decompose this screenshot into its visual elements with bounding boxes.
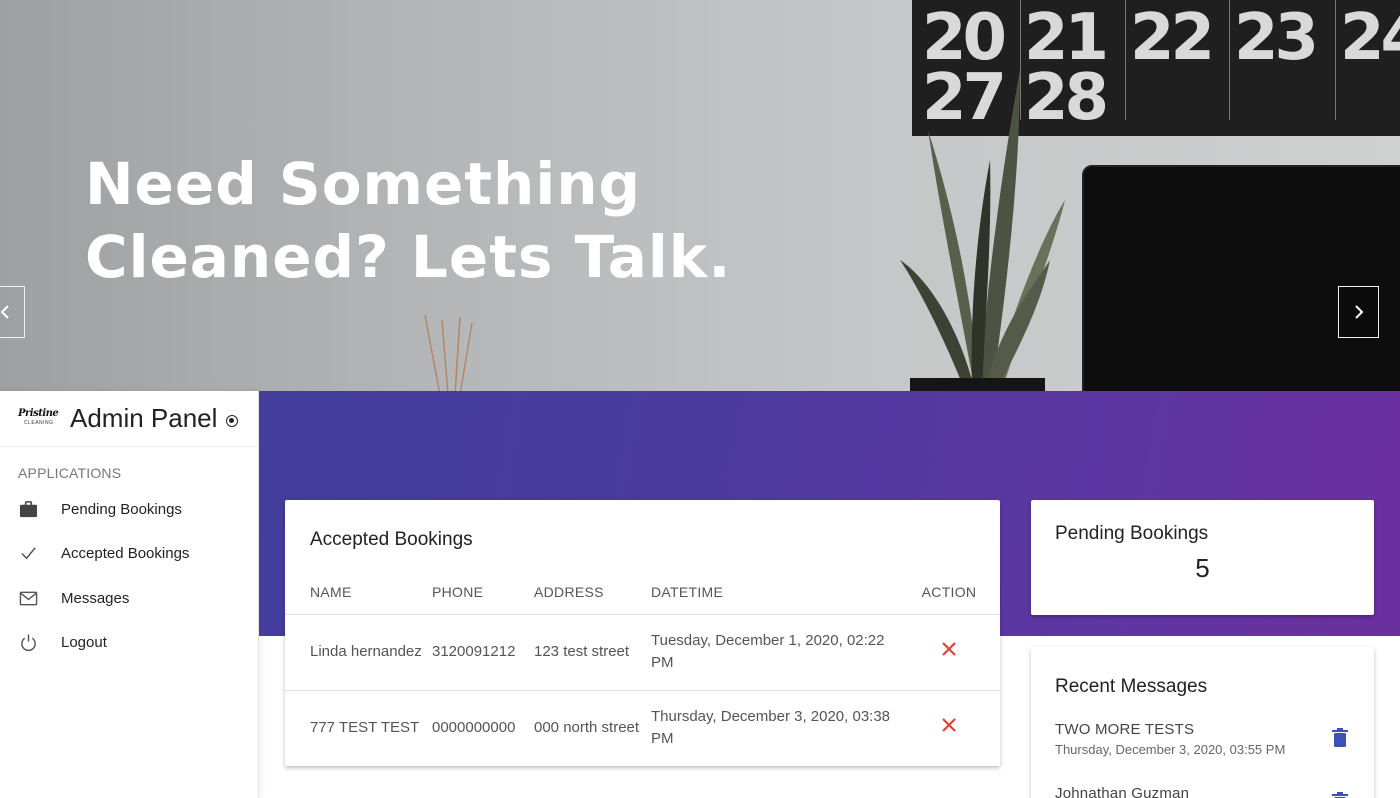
admin-sidebar: Pristine CLEANING Admin Panel APPLICATIO… bbox=[0, 391, 259, 798]
pending-count: 5 bbox=[1195, 553, 1210, 583]
calendar-number: 23 bbox=[1234, 1, 1319, 75]
message-item[interactable]: Johnathan Guzman bbox=[1055, 785, 1355, 798]
carousel-next-button[interactable] bbox=[1338, 286, 1379, 338]
sidebar-item-pending-bookings[interactable]: Pending Bookings bbox=[0, 487, 258, 532]
card-title: Accepted Bookings bbox=[310, 529, 473, 550]
cell-action bbox=[910, 614, 1000, 691]
column-header: PHONE bbox=[432, 570, 534, 615]
reed-diffuser-photo bbox=[424, 315, 473, 391]
sidebar-item-accepted-bookings[interactable]: Accepted Bookings bbox=[0, 532, 258, 577]
sidebar-title: Admin Panel bbox=[70, 403, 218, 433]
brand-logo: Pristine CLEANING bbox=[18, 407, 59, 426]
chevron-left-icon bbox=[0, 305, 9, 319]
chevron-right-icon bbox=[1354, 305, 1363, 319]
calendar-number: 22 bbox=[1130, 1, 1215, 75]
column-header: DATETIME bbox=[651, 570, 910, 615]
plant-photo bbox=[900, 70, 1065, 391]
table-row: 777 TEST TEST 0000000000 000 north stree… bbox=[285, 690, 1000, 766]
table-row: Linda hernandez 3120091212 123 test stre… bbox=[285, 614, 1000, 691]
cell-address: 000 north street bbox=[534, 719, 640, 737]
cell-datetime: Thursday, December 3, 2020, 03:38 PM bbox=[651, 708, 891, 748]
tv-screen-photo bbox=[1082, 165, 1400, 391]
accepted-bookings-table: NAME PHONE ADDRESS DATETIME ACTION Linda… bbox=[285, 570, 1000, 766]
card-title: Recent Messages bbox=[1055, 676, 1208, 697]
close-icon bbox=[942, 641, 956, 656]
sidebar-item-logout[interactable]: Logout bbox=[0, 621, 258, 666]
column-header: NAME bbox=[285, 570, 432, 615]
delete-message-button[interactable] bbox=[1332, 728, 1348, 748]
delete-message-button[interactable] bbox=[1332, 792, 1348, 798]
card-title: Pending Bookings bbox=[1055, 523, 1209, 544]
column-header: ACTION bbox=[910, 570, 1000, 615]
mail-icon bbox=[18, 588, 38, 608]
sidebar-brand[interactable]: Pristine CLEANING Admin Panel bbox=[0, 391, 258, 447]
cell-name: 777 TEST TEST bbox=[310, 719, 420, 737]
carousel-prev-button[interactable] bbox=[0, 286, 25, 338]
recent-messages-card: Recent Messages TWO MORE TESTS Thursday,… bbox=[1031, 647, 1374, 798]
remove-booking-button[interactable] bbox=[941, 717, 957, 733]
message-title: Johnathan Guzman bbox=[1055, 785, 1190, 798]
cell-action bbox=[910, 690, 1000, 766]
remove-booking-button[interactable] bbox=[941, 641, 957, 657]
section-label: APPLICATIONS bbox=[18, 465, 122, 481]
close-icon bbox=[942, 718, 956, 732]
calendar-number: 24 bbox=[1340, 1, 1400, 75]
cell-phone: 3120091212 bbox=[432, 614, 534, 691]
pending-bookings-card[interactable]: Pending Bookings 5 bbox=[1031, 500, 1374, 615]
accepted-bookings-card: Accepted Bookings NAME PHONE ADDRESS DAT… bbox=[285, 500, 1000, 766]
sidebar-menu: Pending Bookings Accepted Bookings Messa… bbox=[0, 487, 258, 665]
radio-dot-icon bbox=[226, 414, 239, 427]
cell-phone: 0000000000 bbox=[432, 719, 516, 737]
check-icon bbox=[18, 544, 38, 564]
power-icon bbox=[18, 633, 38, 653]
table-header-row: NAME PHONE ADDRESS DATETIME ACTION bbox=[285, 570, 1000, 615]
message-title: TWO MORE TESTS bbox=[1055, 721, 1195, 738]
column-header: ADDRESS bbox=[534, 570, 651, 615]
sidebar-item-messages[interactable]: Messages bbox=[0, 576, 258, 621]
cell-name: Linda hernandez bbox=[285, 614, 432, 691]
cell-datetime: Tuesday, December 1, 2020, 02:22 PM bbox=[651, 614, 910, 691]
trash-icon bbox=[1332, 728, 1348, 747]
hero-title-line: Need Something bbox=[85, 150, 642, 218]
sidebar-item-label: Accepted Bookings bbox=[61, 545, 190, 563]
hero-title: Need Something Cleaned? Lets Talk. bbox=[85, 148, 785, 294]
message-date: Thursday, December 3, 2020, 03:55 PM bbox=[1055, 742, 1286, 757]
sidebar-item-label: Pending Bookings bbox=[61, 500, 182, 518]
hero-banner: 20 21 22 23 24 27 28 Need Something Clea… bbox=[0, 0, 1400, 391]
message-item[interactable]: TWO MORE TESTS Thursday, December 3, 202… bbox=[1055, 721, 1355, 757]
briefcase-icon bbox=[18, 499, 38, 519]
trash-icon bbox=[1332, 792, 1348, 798]
cell-address: 123 test street bbox=[534, 614, 651, 691]
sidebar-item-label: Messages bbox=[61, 589, 130, 607]
hero-title-line: Cleaned? Lets Talk. bbox=[85, 223, 732, 291]
sidebar-item-label: Logout bbox=[61, 634, 107, 652]
